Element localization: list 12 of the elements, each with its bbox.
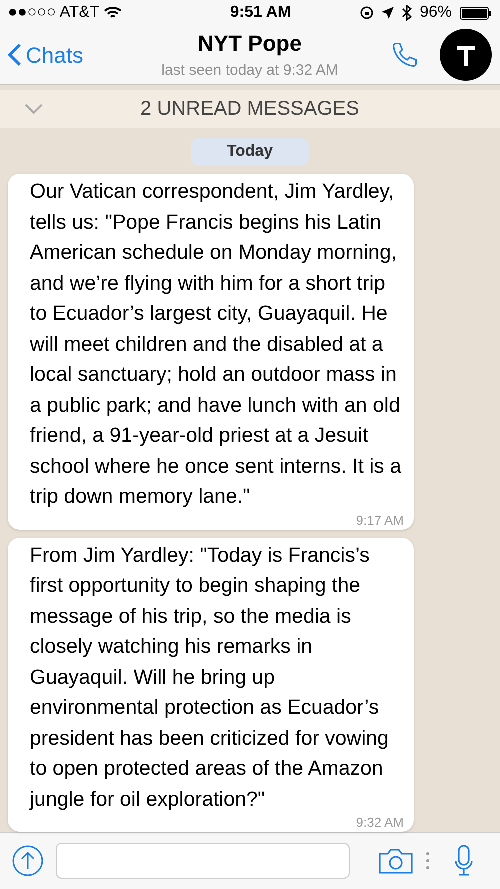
message-time: 9:17 AM: [356, 512, 404, 528]
message-text: From Jim Yardley: "Today is Francis’s first opportunity to begin shaping the message of his trip, so the media is closely watching his remarks in Guayaquil. Will he bring up environmental protection as Ecuador’s president has been criticized for vowing to open protected areas of the Amazon jungle for oil exploration?": [30, 542, 390, 812]
unread-count-text: 2 UNREAD MESSAGES: [140, 97, 360, 122]
clock-time: 9:51 AM: [230, 3, 292, 23]
message-time: 9:32 AM: [356, 815, 404, 830]
carrier-label: ●●○○○ AT&T: [8, 3, 100, 23]
date-pill: Today: [191, 138, 309, 166]
chat-title: NYT Pope: [198, 30, 302, 58]
last-seen-text: last seen today at 9:32 AM: [162, 61, 338, 82]
battery-percent: 96%: [420, 3, 452, 23]
back-button[interactable]: Chats: [8, 38, 138, 72]
message-text: Our Vatican correspondent, Jim Yardley, tells us: "Pope Francis begins his Latin American schedule on Monday morning, and we’re flying with him for a short trip to Ecuador’s largest city, Guayaquil. He will meet children and the disabled at a local sanctuary; hold an outdoor mass in a public park; and have lunch with an old friend, a 91-year-old priest at a Jesuit school where he once sent interns. It is a trip down memory lane.": [30, 179, 402, 510]
